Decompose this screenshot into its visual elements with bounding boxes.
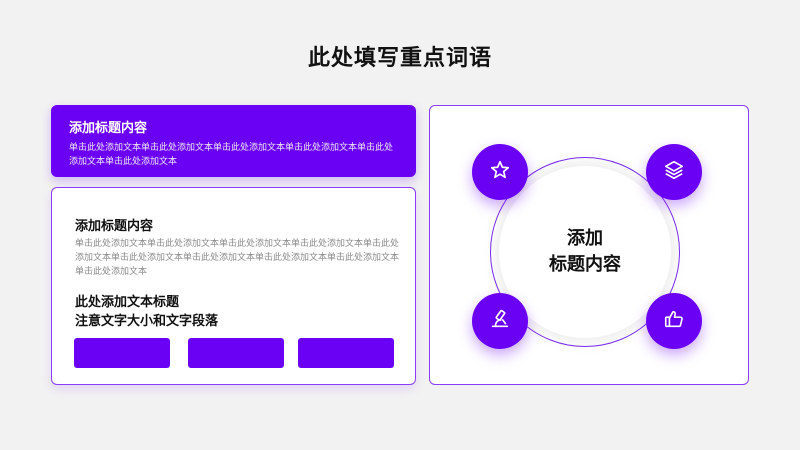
content-card: 添加标题内容 单击此处添加文本单击此处添加文本单击此处添加文本单击此处添加文本单… bbox=[51, 187, 416, 385]
highlight-card-heading: 添加标题内容 bbox=[69, 121, 148, 136]
center-title-line-2: 标题内容 bbox=[549, 254, 621, 275]
thumbs-up-icon bbox=[663, 308, 685, 334]
content-card-heading: 添加标题内容 bbox=[75, 219, 154, 234]
star-node[interactable] bbox=[472, 144, 528, 200]
star-icon bbox=[489, 159, 511, 185]
center-title-line-1: 添加 bbox=[567, 228, 603, 249]
thumbs-up-node[interactable] bbox=[646, 293, 702, 349]
content-card-body: 单击此处添加文本单击此处添加文本单击此处添加文本单击此处添加文本单击此处添加文本… bbox=[75, 239, 400, 277]
content-card-subheading: 此处添加文本标题 注意文字大小和文字段落 bbox=[75, 293, 218, 331]
layers-node[interactable] bbox=[646, 144, 702, 200]
diagram-card: 添加 标题内容 bbox=[429, 105, 749, 385]
action-button-2[interactable] bbox=[188, 338, 284, 368]
action-button-3[interactable] bbox=[298, 338, 394, 368]
page-title: 此处填写重点词语 bbox=[307, 46, 492, 71]
highlight-card: 添加标题内容 单击此处添加文本单击此处添加文本单击此处添加文本单击此处添加文本单… bbox=[51, 105, 416, 177]
microscope-icon bbox=[489, 308, 511, 334]
subheading-line-1: 此处添加文本标题 bbox=[75, 295, 180, 310]
highlight-card-body: 单击此处添加文本单击此处添加文本单击此处添加文本单击此处添加文本单击此处添加文本… bbox=[69, 143, 394, 167]
microscope-node[interactable] bbox=[472, 293, 528, 349]
subheading-line-2: 注意文字大小和文字段落 bbox=[75, 314, 219, 329]
layers-icon bbox=[663, 159, 685, 185]
action-button-1[interactable] bbox=[74, 338, 170, 368]
